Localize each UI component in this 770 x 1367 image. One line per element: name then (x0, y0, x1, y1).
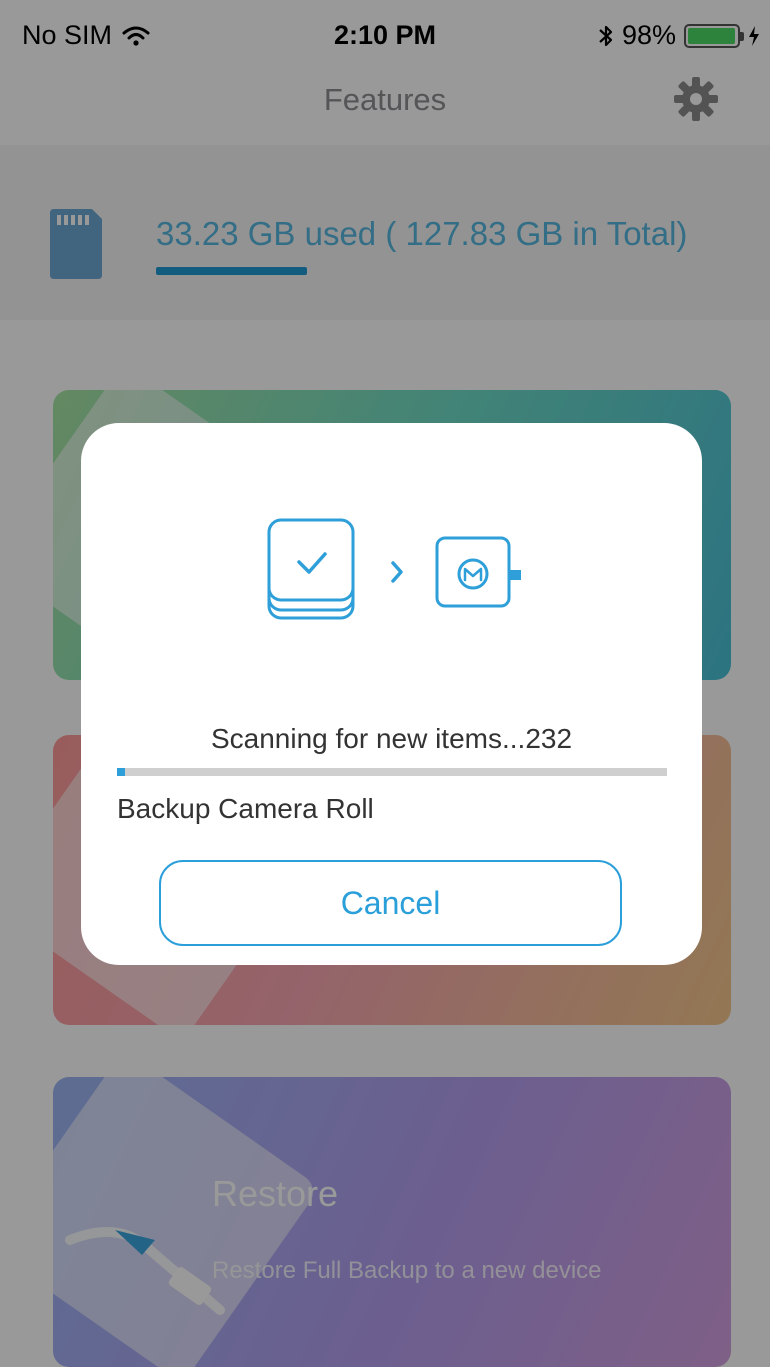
cancel-button[interactable]: Cancel (159, 860, 622, 946)
photo-stack-check-icon (267, 518, 355, 620)
backup-progress-dialog: Scanning for new items...232 Backup Came… (81, 423, 702, 965)
backup-progress-fill (117, 768, 126, 776)
chevron-right-icon (391, 561, 403, 583)
scanning-status-text: Scanning for new items...232 (210, 723, 573, 754)
backup-progress-bar (117, 768, 667, 776)
task-label: Backup Camera Roll (117, 793, 374, 824)
drive-device-icon (435, 536, 521, 608)
app-screen: No SIM 2:10 PM 98% Features 33.23 GB use… (0, 0, 770, 1367)
dialog-illustration (267, 518, 521, 620)
